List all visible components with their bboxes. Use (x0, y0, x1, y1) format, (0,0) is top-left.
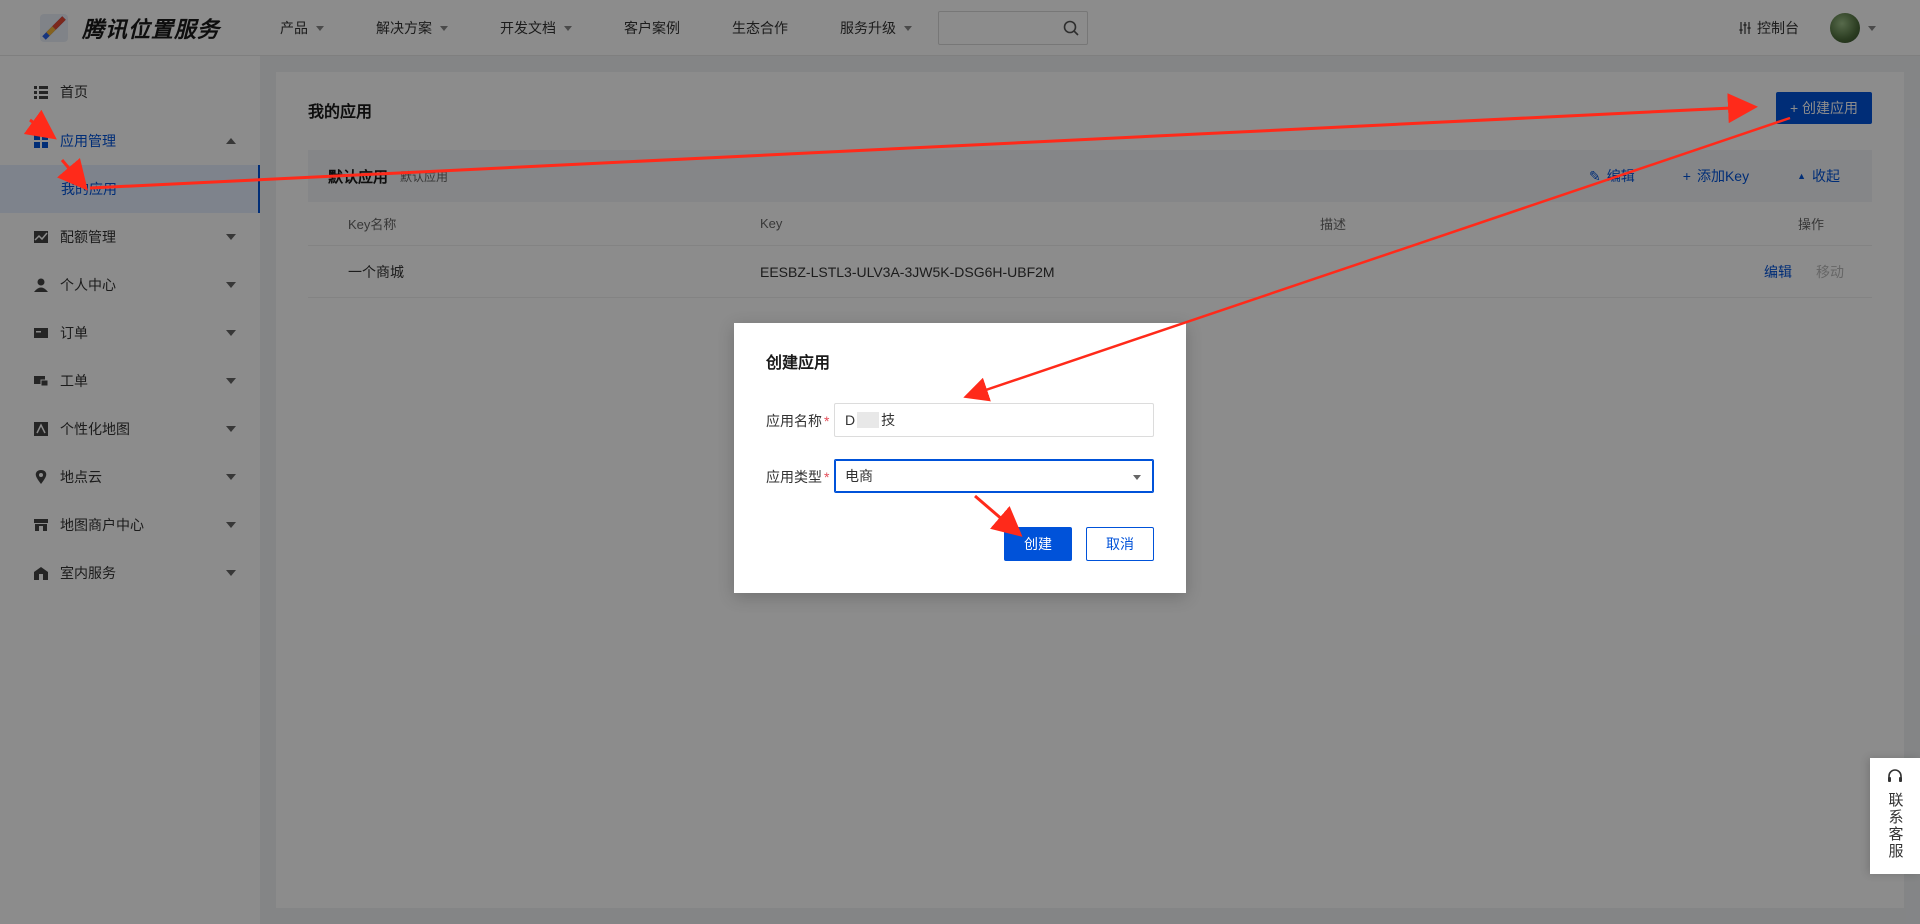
select-value: 电商 (845, 468, 873, 484)
input-text-start: D (845, 412, 856, 428)
redacted-text (857, 412, 880, 428)
app-type-select[interactable]: 电商 (834, 459, 1154, 493)
label-text: 应用类型 (766, 469, 822, 485)
label-text: 应用名称 (766, 413, 822, 429)
required-mark: * (824, 413, 830, 429)
input-text-end: 技 (881, 412, 896, 428)
support-label: 联系客服 (1886, 792, 1904, 860)
dialog-title: 创建应用 (766, 355, 831, 372)
create-app-dialog: 创建应用 应用名称 * D技 应用类型 * 电商 创建 取消 (734, 323, 1186, 593)
app-type-label: 应用类型 * (766, 467, 829, 487)
app-name-input[interactable]: D技 (834, 403, 1154, 437)
customer-service-widget[interactable]: 联系客服 (1870, 758, 1920, 874)
headset-icon (1888, 769, 1902, 782)
confirm-create-button[interactable]: 创建 (1004, 527, 1072, 561)
cancel-button[interactable]: 取消 (1086, 527, 1154, 561)
chevron-down-icon (1133, 475, 1141, 480)
app-name-label: 应用名称 * (766, 411, 829, 431)
required-mark: * (824, 469, 830, 485)
